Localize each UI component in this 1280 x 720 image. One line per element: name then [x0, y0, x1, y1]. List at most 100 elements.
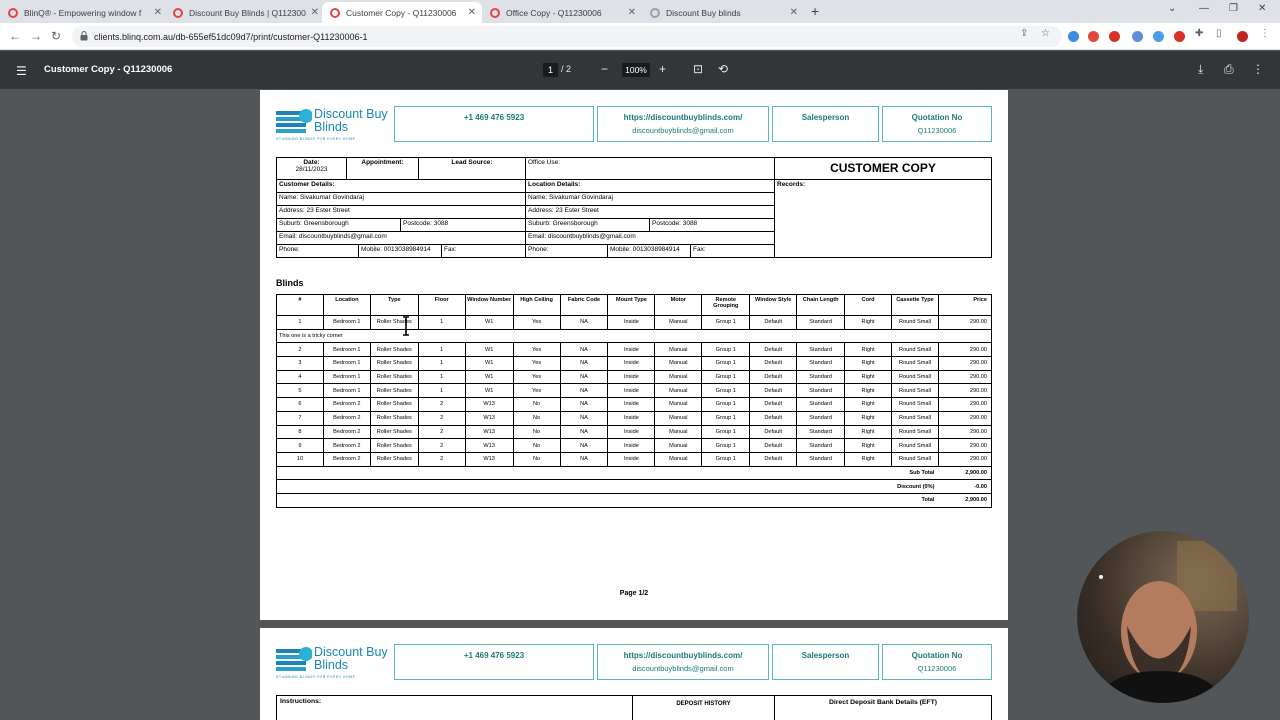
- table-cell: Standard: [796, 315, 846, 330]
- customer-suburb: Suburb: Greensborough: [277, 219, 401, 232]
- page-number-input[interactable]: 1: [543, 63, 558, 77]
- print-icon[interactable]: ⎙: [1224, 62, 1234, 77]
- browser-tab[interactable]: Discount Buy Blinds | Q112300 ✕: [165, 2, 325, 23]
- extension-skype-icon[interactable]: [1068, 31, 1079, 42]
- row-note-text: This one is a tricky corner: [276, 328, 992, 344]
- restore-icon[interactable]: ❐: [1229, 3, 1238, 14]
- tab-close-icon[interactable]: ✕: [154, 7, 162, 18]
- appointment-cell: Appointment:: [347, 158, 419, 180]
- zoom-out-icon[interactable]: −: [601, 62, 608, 76]
- records-cell: Records:: [777, 181, 806, 188]
- profile-avatar[interactable]: [1237, 31, 1248, 42]
- table-cell: Round Small: [891, 451, 939, 467]
- table-row: 7 Bedroom 2 Roller Shades 2 W13 No NA Inside Man…: [276, 410, 993, 426]
- table-cell: Round Small: [891, 424, 939, 440]
- table-cell: W1: [464, 315, 514, 330]
- tab-search-icon[interactable]: ⌄: [1168, 3, 1176, 14]
- tab-close-icon[interactable]: ✕: [311, 7, 319, 18]
- url-text: clients.blinq.com.au/db-655ef51dc09d7/pr…: [94, 31, 368, 42]
- column-header: #: [276, 294, 324, 316]
- tab-close-icon[interactable]: ✕: [468, 7, 476, 18]
- minimize-icon[interactable]: —: [1199, 3, 1209, 14]
- table-cell: Bedroom 1: [322, 356, 371, 371]
- table-row: 4 Bedroom 1 Roller Shades 1 W1 Yes NA Inside Man…: [276, 369, 993, 385]
- extension-blue-icon[interactable]: [1153, 31, 1164, 42]
- browser-menu-icon[interactable]: ⋮: [1260, 28, 1270, 39]
- zoom-in-icon[interactable]: +: [659, 62, 666, 76]
- header-phone-box: +1 469 476 5923: [394, 644, 594, 680]
- table-cell: Inside: [607, 397, 656, 412]
- close-window-icon[interactable]: ✕: [1258, 3, 1266, 14]
- table-cell: 5: [276, 383, 324, 399]
- table-cell: No: [512, 451, 561, 467]
- lock-icon: [80, 31, 88, 41]
- table-cell: 7: [276, 410, 324, 426]
- table-cell: Group 1: [701, 438, 751, 453]
- table-cell: W1: [464, 342, 514, 358]
- table-cell: Standard: [796, 410, 846, 426]
- extensions-puzzle-icon[interactable]: ✚: [1195, 28, 1203, 39]
- table-cell: Yes: [512, 383, 561, 399]
- table-cell: NA: [559, 342, 609, 358]
- reload-icon[interactable]: ↻: [51, 29, 61, 43]
- browser-tab[interactable]: BlinQ® - Empowering window f ✕: [0, 2, 168, 23]
- tab-label: BlinQ® - Empowering window f: [24, 7, 142, 18]
- table-cell: 2: [417, 397, 466, 412]
- tab-close-icon[interactable]: ✕: [628, 7, 636, 18]
- browser-tab[interactable]: Office Copy - Q11230006 ✕: [482, 2, 642, 23]
- share-icon[interactable]: ⇪: [1020, 28, 1028, 39]
- table-cell: Group 1: [701, 315, 751, 330]
- table-cell: Roller Shades: [369, 315, 419, 330]
- download-icon[interactable]: ⤓: [1198, 62, 1203, 77]
- bookmark-star-icon[interactable]: ☆: [1041, 28, 1050, 39]
- table-cell: Round Small: [891, 356, 939, 371]
- logo-tagline: STUNNING BLINDS FOR EVERY HOME: [276, 675, 356, 679]
- table-cell: Group 1: [701, 451, 751, 467]
- company-email[interactable]: discountbuyblinds@gmail.com: [598, 664, 768, 673]
- table-header-row: # Location Type Floor Window Number High Ceil…: [276, 294, 993, 316]
- address-bar[interactable]: clients.blinq.com.au/db-655ef51dc09d7/pr…: [72, 26, 1062, 47]
- total-row: Total 2,900.00: [276, 492, 993, 508]
- forward-icon[interactable]: →: [30, 29, 42, 43]
- header-salesperson-box: Salesperson: [772, 644, 879, 680]
- hamburger-icon[interactable]: ☰: [16, 64, 27, 78]
- extension-badge-icon[interactable]: [1132, 31, 1143, 42]
- table-cell: W1: [464, 383, 514, 399]
- column-header: Cassette Type: [891, 294, 939, 316]
- company-website[interactable]: https://discountbuyblinds.com/: [598, 651, 768, 660]
- header-quotation-box: Quotation No Q11230006: [882, 106, 992, 142]
- table-cell: W13: [464, 451, 514, 467]
- company-email[interactable]: discountbuyblinds@gmail.com: [598, 126, 768, 135]
- table-cell: Bedroom 2: [322, 424, 371, 440]
- company-website[interactable]: https://discountbuyblinds.com/: [598, 113, 768, 122]
- table-cell: Inside: [607, 369, 656, 385]
- tab-close-icon[interactable]: ✕: [790, 7, 798, 18]
- column-header: Remote Grouping: [701, 294, 751, 316]
- table-cell: Group 1: [701, 410, 751, 426]
- browser-tab[interactable]: Discount Buy blinds ✕: [642, 2, 804, 23]
- pdf-page-1: Discount Buy Blinds STUNNING BLINDS FOR …: [260, 90, 1008, 620]
- table-cell: Round Small: [891, 438, 939, 453]
- table-cell: Roller Shades: [369, 342, 419, 358]
- discount-row-value: -0.00: [938, 479, 993, 494]
- back-icon[interactable]: ←: [9, 29, 21, 43]
- more-vert-icon[interactable]: ⋮: [1252, 62, 1264, 76]
- blinds-table: # Location Type Floor Window Number High Ceil…: [276, 294, 993, 508]
- browser-tab[interactable]: Customer Copy - Q11230006 ✕: [322, 2, 482, 23]
- table-cell: Yes: [512, 342, 561, 358]
- zoom-level-input[interactable]: 100%: [622, 63, 650, 77]
- side-panel-icon[interactable]: ▯: [1216, 28, 1222, 39]
- extension-chrome-icon[interactable]: [1088, 31, 1099, 42]
- table-cell: Group 1: [701, 356, 751, 371]
- table-cell: Bedroom 1: [322, 342, 371, 358]
- extension-pen-icon[interactable]: [1109, 31, 1120, 42]
- header-web-box: https://discountbuyblinds.com/ discountb…: [597, 106, 769, 142]
- extension-mail-icon[interactable]: [1174, 31, 1185, 42]
- subtotal-row-label: Sub Total: [276, 465, 939, 481]
- rotate-icon[interactable]: ⟲: [718, 62, 728, 76]
- webcam-overlay: [1077, 531, 1249, 703]
- new-tab-button[interactable]: +: [811, 3, 819, 19]
- table-row: 3 Bedroom 1 Roller Shades 1 W1 Yes NA Inside Man…: [276, 356, 993, 371]
- fit-page-icon[interactable]: ⊡: [693, 62, 703, 76]
- text-cursor-icon: [403, 316, 409, 336]
